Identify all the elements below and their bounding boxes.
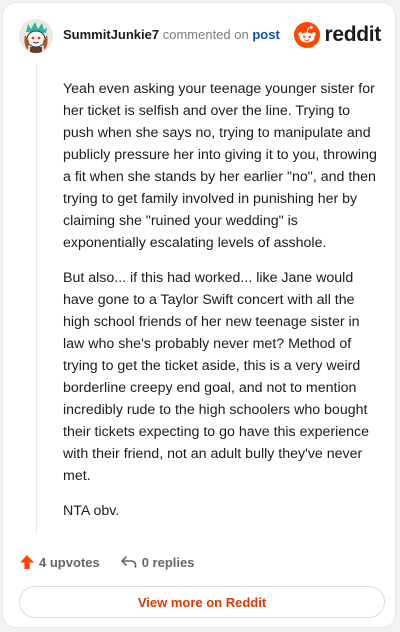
- reddit-logo-icon: [294, 22, 321, 48]
- username-link[interactable]: SummitJunkie7: [63, 27, 159, 42]
- comment-embed-card: SummitJunkie7 commented on post reddit Y…: [2, 2, 396, 628]
- replies-count: 0 replies: [141, 554, 195, 570]
- snoo-avatar-icon: [19, 19, 53, 53]
- comment-header: SummitJunkie7 commented on post reddit: [19, 17, 381, 55]
- comment-actions: 4 upvotes 0 replies: [19, 551, 194, 573]
- upvote-arrow-icon: [20, 555, 34, 569]
- thread-line: [36, 63, 37, 533]
- reply-arrow-icon: [120, 556, 136, 568]
- comment-paragraph: Yeah even asking your teenage younger si…: [63, 81, 377, 251]
- reddit-wordmark: reddit: [324, 23, 381, 46]
- reddit-brand[interactable]: reddit: [294, 21, 381, 49]
- action-text: commented on: [162, 27, 249, 42]
- comment-meta: SummitJunkie7 commented on post: [63, 27, 280, 42]
- replies-button[interactable]: 0 replies: [120, 554, 195, 570]
- view-more-button[interactable]: View more on Reddit: [19, 586, 385, 618]
- post-link[interactable]: post: [252, 27, 279, 42]
- comment-paragraph: But also... if this had worked... like J…: [63, 270, 369, 484]
- comment-paragraph: NTA obv.: [63, 503, 120, 519]
- comment-body: Yeah even asking your teenage younger si…: [63, 78, 381, 535]
- user-avatar[interactable]: [19, 19, 53, 53]
- upvote-count: 4 upvotes: [39, 554, 100, 570]
- upvote-button[interactable]: 4 upvotes: [19, 554, 100, 570]
